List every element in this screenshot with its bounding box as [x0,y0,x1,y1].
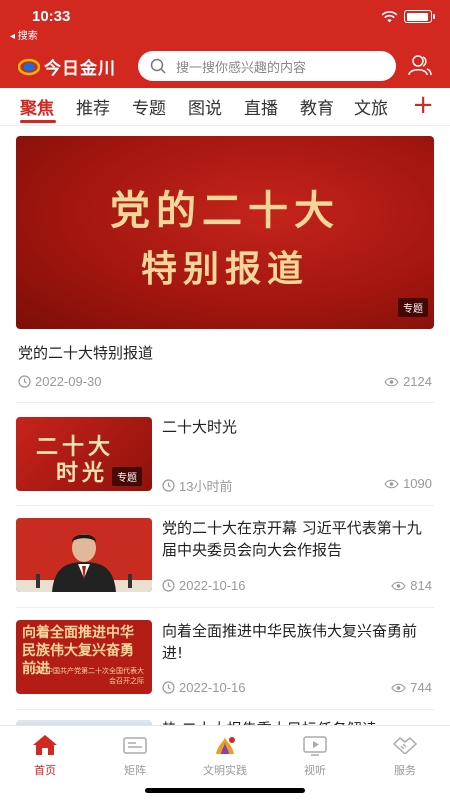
speaker-photo-illustration [16,518,152,592]
nav-matrix-label: 矩阵 [124,764,146,777]
home-indicator [145,788,305,793]
tab-recommend[interactable]: 推荐 [76,94,110,119]
nav-services[interactable]: 服务 [370,734,440,778]
nav-audio-visual-label: 视听 [304,764,326,777]
tab-topics[interactable]: 专题 [132,94,166,119]
tab-culture-tourism[interactable]: 文旅 [354,94,388,119]
item-views-count: 1090 [403,476,432,491]
divider [16,709,434,710]
item-title[interactable]: 向着全面推进中华民族伟大复兴奋勇前进! [162,620,436,664]
item-date: 13小时前 [162,476,232,495]
eye-icon [384,479,399,488]
divider [16,402,434,403]
item-date: 2022-10-16 [162,578,246,593]
logo-swirl-icon [18,58,40,75]
back-to-search-link[interactable]: ◂ 搜索 [10,27,38,42]
hero-banner[interactable]: 党的二十大 特别报道 专题 [16,136,434,329]
item-views-count: 744 [410,680,432,695]
wifi-icon [381,10,398,22]
handshake-icon [392,736,418,755]
item-date-text: 13小时前 [179,479,233,494]
item-date-text: 2022-10-16 [179,680,246,695]
item-thumbnail[interactable]: 二十大 时光 专题 [16,417,152,491]
clock-icon [162,681,175,694]
nav-audio-visual[interactable]: 视听 [280,734,350,778]
battery-icon [404,10,435,23]
hero-title[interactable]: 党的二十大特别报道 [18,342,153,363]
category-tabs: 聚焦 推荐 专题 图说 直播 教育 文旅 + [0,88,450,126]
nav-home-label: 首页 [34,764,56,777]
topic-badge: 专题 [398,298,428,317]
status-indicators [381,10,435,23]
item-date: 2022-10-16 [162,680,246,695]
tab-pictures[interactable]: 图说 [188,94,222,119]
nav-civilization-practice[interactable]: 文明实践 [190,734,260,778]
eye-icon [391,581,406,590]
nav-matrix[interactable]: 矩阵 [100,734,170,778]
item-title[interactable]: 党的二十大在京开幕 习近平代表第十九届中央委员会向大会作报告 [162,517,436,561]
thumb-text-line2: 时光 [56,460,109,486]
divider [16,607,434,608]
item-views: 814 [391,578,432,593]
add-tab-button[interactable]: + [412,90,434,120]
item-views: 744 [391,680,432,695]
search-input[interactable]: 搜一搜你感兴趣的内容 [138,51,396,81]
app-logo: 今日金川 [18,54,116,79]
item-title[interactable]: 二十大时光 [162,416,436,438]
tab-focus[interactable]: 聚焦 [20,94,54,119]
user-profile-icon[interactable] [408,54,432,76]
hero-date: 2022-09-30 [18,374,102,389]
hero-image-title-line1: 党的二十大 [110,187,340,234]
tab-live[interactable]: 直播 [244,94,278,119]
nav-civilization-practice-label: 文明实践 [203,764,247,777]
search-icon [150,58,166,74]
topic-badge: 专题 [112,467,142,486]
clock-icon [162,479,175,492]
civilization-practice-icon [216,737,235,754]
divider [16,505,434,506]
home-icon [33,735,57,755]
hero-date-text: 2022-09-30 [35,374,102,389]
tab-education[interactable]: 教育 [300,94,334,119]
item-thumbnail-photo[interactable] [16,518,152,592]
status-time: 10:33 [32,8,71,25]
logo-text: 今日金川 [44,59,116,78]
hero-image-title-line2: 特别报道 [140,248,309,290]
hero-views-count: 2124 [403,374,432,389]
search-placeholder: 搜一搜你感兴趣的内容 [176,60,307,76]
nav-home[interactable]: 首页 [10,734,80,778]
clock-icon [18,375,31,388]
clock-icon [162,579,175,592]
item-views: 1090 [384,476,432,491]
matrix-icon [123,737,147,754]
thumb-subtext: 写在中国共产党第二十次全国代表大会召开之际 [32,667,144,685]
nav-services-label: 服务 [394,764,416,777]
eye-icon [384,377,399,386]
eye-icon [391,683,406,692]
active-tab-indicator [20,120,56,123]
item-date-text: 2022-10-16 [179,578,246,593]
tv-play-icon [303,736,327,756]
hero-views: 2124 [384,374,432,389]
item-views-count: 814 [410,578,432,593]
item-thumbnail[interactable]: 向着全面推进中华民族伟大复兴奋勇前进 写在中国共产党第二十次全国代表大会召开之际 [16,620,152,694]
app-header: 10:33 ◂ 搜索 今日金川 搜一搜你感兴趣的内容 [0,0,450,88]
